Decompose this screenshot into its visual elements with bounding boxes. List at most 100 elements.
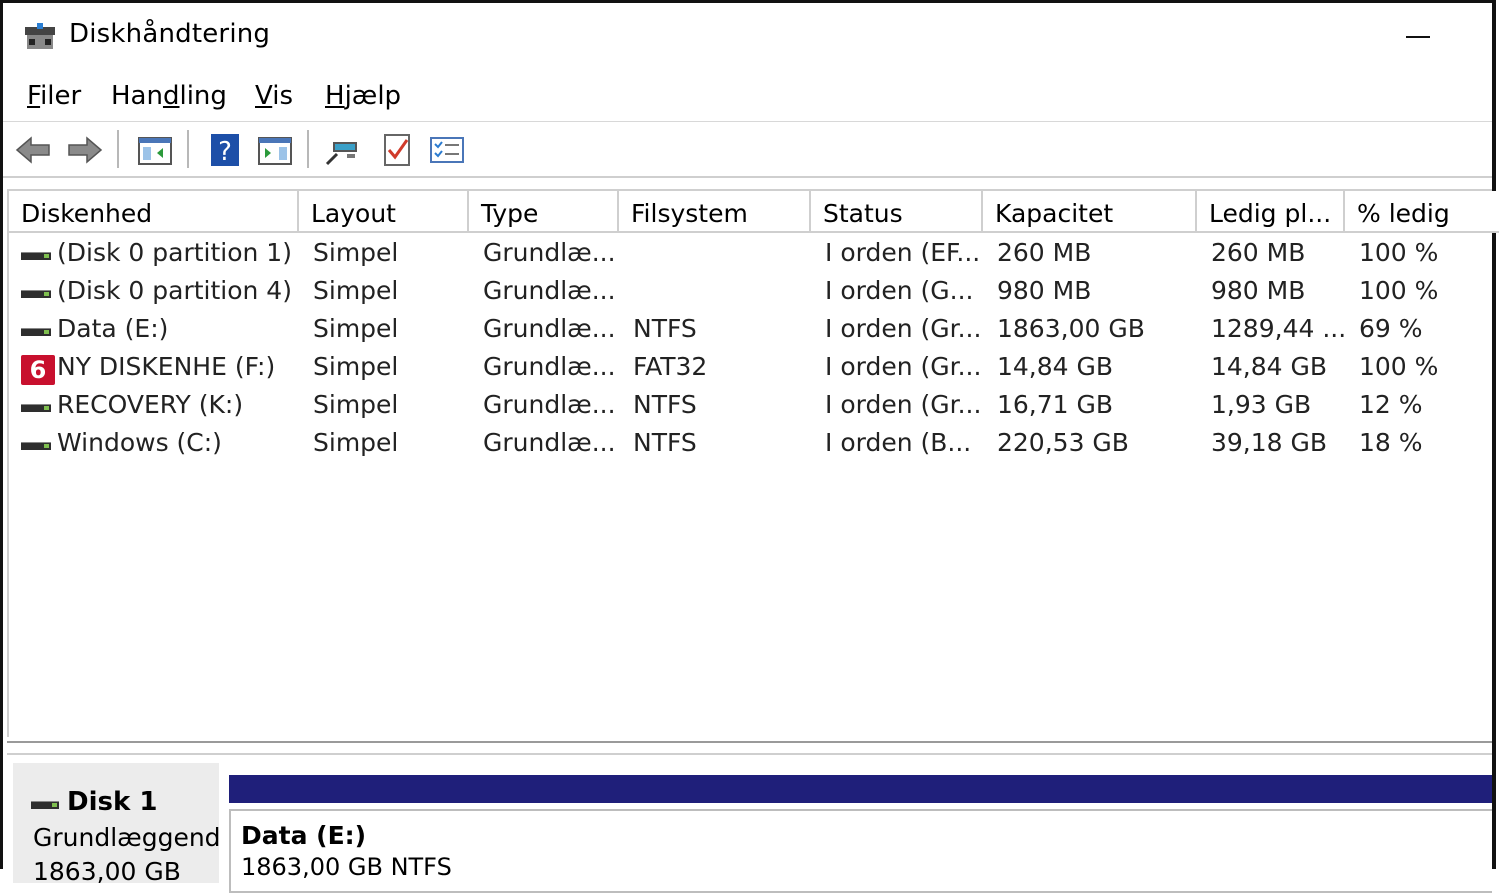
menu-bar: Filer Handling Vis Hjælp [3, 71, 1492, 121]
forward-icon[interactable] [65, 132, 105, 168]
cell-type: Grundlæ... [483, 428, 616, 457]
back-icon[interactable] [13, 132, 53, 168]
cell-percent-free: 69 % [1359, 314, 1423, 343]
toolbar-separator [187, 130, 189, 168]
cell-percent-free: 100 % [1359, 238, 1439, 267]
partition-info: 1863,00 GB NTFS [241, 853, 452, 881]
console-tree-icon[interactable] [135, 132, 175, 168]
cell-layout: Simpel [313, 352, 399, 381]
partition-header-bar [229, 775, 1492, 803]
cell-filesystem: NTFS [633, 390, 697, 419]
column-header-type[interactable]: Type [469, 191, 619, 233]
table-row[interactable]: RECOVERY (K:) Simpel Grundlæ... NTFS I o… [9, 388, 1492, 426]
drive-icon [21, 252, 51, 260]
cell-percent-free: 100 % [1359, 276, 1439, 305]
disk-name: Disk 1 [31, 787, 157, 817]
pane-splitter[interactable] [7, 741, 1492, 755]
cell-name: NY DISKENHE (F:) [57, 352, 276, 381]
cell-free: 14,84 GB [1211, 352, 1328, 381]
drive-icon [21, 290, 51, 298]
column-header-kapacitet[interactable]: Kapacitet [983, 191, 1197, 233]
cell-name: Data (E:) [57, 314, 169, 343]
connect-icon[interactable] [323, 132, 363, 168]
cell-name: (Disk 0 partition 1) [57, 238, 292, 267]
cell-percent-free: 18 % [1359, 428, 1423, 457]
cell-capacity: 220,53 GB [997, 428, 1129, 457]
svg-text:?: ? [218, 137, 232, 167]
menu-filer[interactable]: Filer [23, 79, 85, 113]
column-header-procent-ledig[interactable]: % ledig [1345, 191, 1499, 233]
title-bar[interactable]: Diskhåndtering [3, 3, 1492, 67]
cell-type: Grundlæ... [483, 238, 616, 267]
disk-graphical-pane: Disk 1 Grundlæggend 1863,00 GB Data (E:)… [7, 755, 1492, 893]
cell-status: I orden (Gr... [825, 352, 982, 381]
cell-status: I orden (Gr... [825, 390, 982, 419]
cell-type: Grundlæ... [483, 352, 616, 381]
menu-handling-pre: Han [111, 81, 163, 111]
cell-status: I orden (B... [825, 428, 972, 457]
cell-status: I orden (G... [825, 276, 974, 305]
drive-icon [21, 442, 51, 450]
disk-management-window: Diskhåndtering Filer Handling Vis Hjælp … [0, 0, 1499, 893]
cell-name: RECOVERY (K:) [57, 390, 244, 419]
menu-handling-accel: d [162, 81, 180, 111]
cell-free: 980 MB [1211, 276, 1306, 305]
menu-hjaelp-rest: jælp [344, 81, 402, 111]
cell-filesystem: FAT32 [633, 352, 708, 381]
cell-filesystem: NTFS [633, 314, 697, 343]
disk-size: 1863,00 GB [33, 857, 181, 886]
menu-vis[interactable]: Vis [251, 79, 297, 113]
table-row[interactable]: (Disk 0 partition 4) Simpel Grundlæ... I… [9, 274, 1492, 312]
help-icon[interactable]: ? [205, 132, 245, 168]
cell-free: 260 MB [1211, 238, 1306, 267]
table-row[interactable]: (Disk 0 partition 1) Simpel Grundlæ... I… [9, 236, 1492, 274]
cell-layout: Simpel [313, 276, 399, 305]
cell-free: 1289,44 ... [1211, 314, 1347, 343]
toolbar-separator [307, 130, 309, 168]
table-row[interactable]: 6 NY DISKENHE (F:) Simpel Grundlæ... FAT… [9, 350, 1492, 388]
menu-vis-accel: V [255, 81, 273, 111]
cell-type: Grundlæ... [483, 276, 616, 305]
column-header-filsystem[interactable]: Filsystem [619, 191, 811, 233]
cell-layout: Simpel [313, 428, 399, 457]
cell-capacity: 14,84 GB [997, 352, 1114, 381]
window-title: Diskhåndtering [69, 19, 271, 49]
menu-hjaelp[interactable]: Hjælp [321, 79, 405, 113]
cell-free: 1,93 GB [1211, 390, 1312, 419]
table-row[interactable]: Data (E:) Simpel Grundlæ... NTFS I orden… [9, 312, 1492, 350]
cell-percent-free: 12 % [1359, 390, 1423, 419]
properties-icon[interactable] [377, 132, 417, 168]
cell-filesystem: NTFS [633, 428, 697, 457]
menu-handling-rest: ling [179, 81, 227, 111]
cell-name: Windows (C:) [57, 428, 222, 457]
disk-type: Grundlæggend [33, 823, 221, 852]
menu-vis-rest: is [272, 81, 293, 111]
minimize-button[interactable] [1396, 21, 1440, 51]
drive-icon [21, 328, 51, 336]
cell-layout: Simpel [313, 238, 399, 267]
partition-name: Data (E:) [241, 821, 367, 850]
annotation-badge: 6 [21, 355, 55, 385]
cell-capacity: 260 MB [997, 238, 1092, 267]
disk-label[interactable]: Disk 1 Grundlæggend 1863,00 GB [13, 763, 221, 886]
cell-capacity: 16,71 GB [997, 390, 1114, 419]
drive-icon [21, 404, 51, 412]
cell-capacity: 1863,00 GB [997, 314, 1145, 343]
table-row[interactable]: Windows (C:) Simpel Grundlæ... NTFS I or… [9, 426, 1492, 464]
cell-layout: Simpel [313, 314, 399, 343]
cell-status: I orden (EF... [825, 238, 981, 267]
menu-filer-rest: iler [40, 81, 82, 111]
cell-name: (Disk 0 partition 4) [57, 276, 292, 305]
cell-percent-free: 100 % [1359, 352, 1439, 381]
cell-layout: Simpel [313, 390, 399, 419]
column-header-diskenhed[interactable]: Diskenhed [9, 191, 299, 233]
cell-capacity: 980 MB [997, 276, 1092, 305]
menu-handling[interactable]: Handling [107, 79, 231, 113]
cell-status: I orden (Gr... [825, 314, 982, 343]
column-header-layout[interactable]: Layout [299, 191, 469, 233]
column-header-ledig-plads[interactable]: Ledig pl... [1197, 191, 1345, 233]
column-header-status[interactable]: Status [811, 191, 983, 233]
action-pane-icon[interactable] [255, 132, 295, 168]
list-icon[interactable] [427, 132, 467, 168]
partition-data-e[interactable]: Data (E:) 1863,00 GB NTFS [229, 809, 1492, 893]
